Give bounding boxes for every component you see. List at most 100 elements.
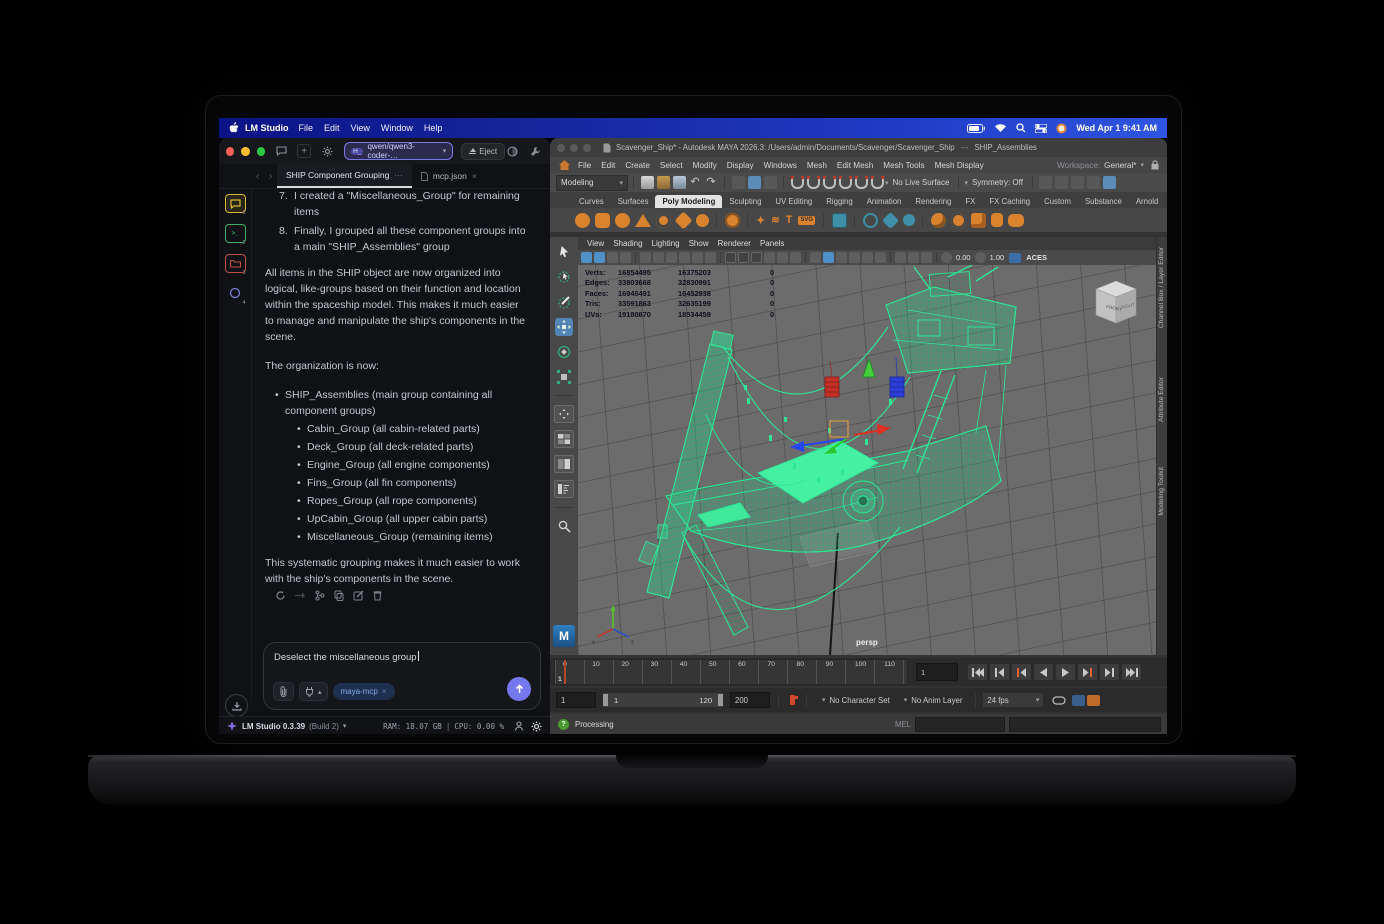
settings-gear-icon[interactable] <box>320 144 334 158</box>
play-forwards-button[interactable] <box>1056 664 1075 680</box>
app-version[interactable]: LM Studio 0.3.39 <box>242 722 305 731</box>
fps-selector[interactable]: 24 fps▾ <box>982 692 1044 708</box>
badge-close-icon[interactable]: × <box>382 687 387 696</box>
copy-icon[interactable] <box>334 590 344 601</box>
select-tool-icon[interactable] <box>555 243 573 261</box>
shelf-cylinder-icon[interactable] <box>615 213 630 228</box>
continue-icon[interactable] <box>295 591 306 600</box>
step-back-frame-button[interactable] <box>990 664 1009 680</box>
shelf-tab-arnold[interactable]: Arnold <box>1129 195 1166 208</box>
shelf-tab-rendering[interactable]: Rendering <box>908 195 958 208</box>
apple-logo-icon[interactable] <box>228 122 239 134</box>
tab-attribute-editor[interactable]: Attribute Editor <box>1158 377 1165 422</box>
view-transform-icon[interactable] <box>1009 253 1021 263</box>
shelf-lights-icon[interactable] <box>991 213 1003 227</box>
sidebar-item-discover[interactable]: 4 <box>225 284 246 303</box>
range-start-handle[interactable] <box>603 694 608 706</box>
menubar-clock[interactable]: Wed Apr 1 9:41 AM <box>1076 123 1157 133</box>
shelf-hypershade-icon[interactable] <box>971 213 986 228</box>
new-scene-icon[interactable] <box>641 176 654 189</box>
menubar-menu-window[interactable]: Window <box>381 123 413 133</box>
snap-to-surface-icon[interactable] <box>855 179 868 189</box>
toolbar-icon[interactable] <box>1087 176 1100 189</box>
viewport-icon[interactable] <box>908 252 919 263</box>
sidebar-item-chat[interactable]: 1 <box>225 194 246 213</box>
shelf-tab-fx[interactable]: FX <box>958 195 982 208</box>
go-to-end-button[interactable] <box>1122 664 1141 680</box>
shelf-cube-icon[interactable] <box>595 213 610 228</box>
panel-menu-view[interactable]: View <box>587 239 604 248</box>
viewport-icon[interactable] <box>777 252 788 263</box>
move-tool-icon[interactable] <box>555 318 573 336</box>
toolbar-icon[interactable] <box>1103 176 1116 189</box>
shelf-plane-icon[interactable] <box>674 211 692 229</box>
maya-menu-edit-mesh[interactable]: Edit Mesh <box>837 161 873 170</box>
sidebar-item-developer[interactable]: >_ 2 <box>225 224 246 243</box>
viewport-icon[interactable] <box>679 252 690 263</box>
maya-menu-select[interactable]: Select <box>660 161 683 170</box>
layout-single-pane-button[interactable] <box>554 405 574 423</box>
viewport-icon[interactable] <box>620 252 631 263</box>
exposure-value[interactable]: 0.00 <box>956 253 971 262</box>
menubar-menu-file[interactable]: File <box>299 123 314 133</box>
regenerate-icon[interactable] <box>275 590 286 601</box>
play-backwards-button[interactable] <box>1034 664 1053 680</box>
redo-icon[interactable]: ↷ <box>705 176 718 189</box>
viewport-icon[interactable] <box>849 252 860 263</box>
shelf-tab-sculpting[interactable]: Sculpting <box>722 195 768 208</box>
snap-to-curve-icon[interactable] <box>807 179 820 189</box>
shelf-camera-icon[interactable] <box>1008 214 1024 227</box>
edit-icon[interactable] <box>353 590 364 601</box>
lock-icon[interactable] <box>1151 160 1159 170</box>
zoom-tool-icon[interactable] <box>555 517 573 535</box>
wifi-icon[interactable] <box>994 123 1007 133</box>
maya-menu-windows[interactable]: Windows <box>764 161 797 170</box>
viewport-icon[interactable] <box>705 252 716 263</box>
layout-four-pane-button[interactable] <box>554 430 574 448</box>
shelf-cone-icon[interactable] <box>635 214 651 227</box>
minimize-window-button[interactable] <box>241 147 249 156</box>
maya-menu-mesh-display[interactable]: Mesh Display <box>935 161 984 170</box>
viewport-icon[interactable] <box>921 252 932 263</box>
viewport-icon[interactable] <box>875 252 886 263</box>
shelf-text-icon[interactable]: T <box>786 214 793 226</box>
close-window-button[interactable] <box>557 144 565 152</box>
maya-menu-mesh[interactable]: Mesh <box>807 161 827 170</box>
loop-icon[interactable] <box>1052 696 1066 705</box>
new-chat-icon[interactable] <box>274 144 288 158</box>
playback-range-slider[interactable]: 1 120 <box>602 692 724 708</box>
shelf-platonic-icon[interactable] <box>725 213 740 228</box>
shelf-tab-poly-modeling[interactable]: Poly Modeling <box>655 195 722 208</box>
animation-start-field[interactable]: 1 <box>556 692 596 708</box>
nav-back-icon[interactable]: ‹ <box>251 164 264 188</box>
shelf-tab-surfaces[interactable]: Surfaces <box>611 195 656 208</box>
layout-outliner-button[interactable] <box>554 480 574 498</box>
viewport-icon[interactable] <box>836 252 847 263</box>
delete-icon[interactable] <box>373 590 382 601</box>
tab-modeling-toolkit[interactable]: Modeling Toolkit <box>1158 467 1165 516</box>
maya-menu-create[interactable]: Create <box>625 161 650 170</box>
shelf-tab-animation[interactable]: Animation <box>860 195 909 208</box>
view-cube[interactable]: FRONT RIGHT <box>1090 277 1142 329</box>
viewport-icon[interactable] <box>581 252 592 263</box>
menubar-menu-edit[interactable]: Edit <box>324 123 340 133</box>
viewport-icon[interactable] <box>751 252 762 263</box>
panel-menu-panels[interactable]: Panels <box>760 239 784 248</box>
send-button[interactable] <box>507 677 531 701</box>
shelf-render-icon[interactable] <box>931 213 946 228</box>
panel-menu-show[interactable]: Show <box>689 239 709 248</box>
toolbar-icon[interactable] <box>1055 176 1068 189</box>
open-scene-icon[interactable] <box>657 176 670 189</box>
nav-forward-icon[interactable]: › <box>264 164 277 188</box>
zoom-window-button[interactable] <box>257 147 265 156</box>
viewport-icon[interactable] <box>895 252 906 263</box>
siri-icon[interactable] <box>1056 123 1067 134</box>
close-window-button[interactable] <box>226 147 234 156</box>
tab-more-icon[interactable]: ⋯ <box>394 170 403 181</box>
shelf-tab-rigging[interactable]: Rigging <box>819 195 859 208</box>
model-selector[interactable]: H_ qwen/qwen3-coder-… ▾ <box>344 142 453 160</box>
shelf-tab-substance[interactable]: Substance <box>1078 195 1129 208</box>
select-by-object-icon[interactable] <box>748 176 761 189</box>
zoom-window-button[interactable] <box>583 144 591 152</box>
menubar-app-name[interactable]: LM Studio <box>245 123 289 133</box>
